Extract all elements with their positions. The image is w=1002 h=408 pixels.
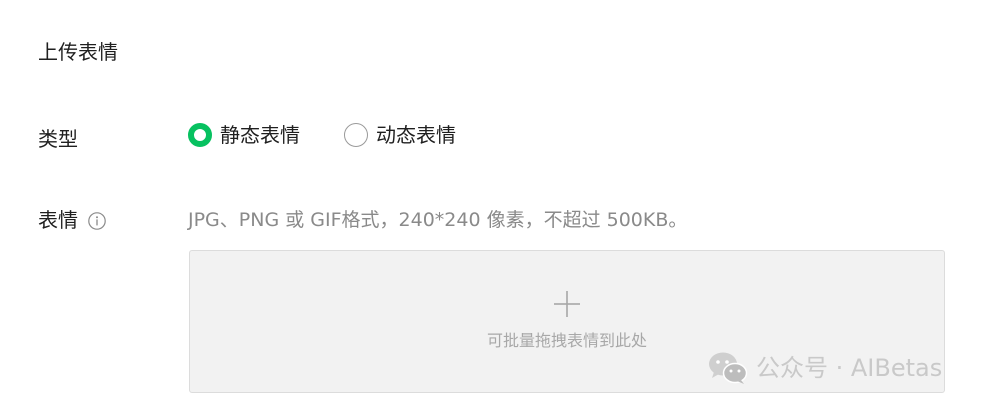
- radio-unchecked-icon[interactable]: [344, 123, 368, 147]
- info-circle-icon[interactable]: [88, 212, 106, 230]
- type-label: 类型: [38, 125, 78, 153]
- plus-icon: [554, 291, 580, 317]
- watermark: 公众号 · AIBetas: [708, 351, 942, 385]
- radio-static-emoji-label: 静态表情: [220, 123, 300, 147]
- dropzone-hint: 可批量拖拽表情到此处: [486, 331, 647, 350]
- emoji-label-text: 表情: [38, 208, 78, 232]
- radio-animated-emoji-label: 动态表情: [376, 123, 456, 147]
- type-label-text: 类型: [38, 127, 78, 151]
- emoji-type-radio-group: 静态表情 动态表情: [188, 121, 456, 149]
- radio-animated-emoji[interactable]: 动态表情: [344, 121, 456, 149]
- radio-static-emoji[interactable]: 静态表情: [188, 121, 300, 149]
- radio-checked-icon[interactable]: [188, 123, 212, 147]
- emoji-label: 表情: [38, 206, 106, 234]
- format-hint: JPG、PNG 或 GIF格式，240*240 像素，不超过 500KB。: [188, 209, 688, 231]
- watermark-text: 公众号 · AIBetas: [756, 354, 943, 382]
- page-title: 上传表情: [38, 40, 118, 64]
- wechat-icon: [708, 351, 748, 385]
